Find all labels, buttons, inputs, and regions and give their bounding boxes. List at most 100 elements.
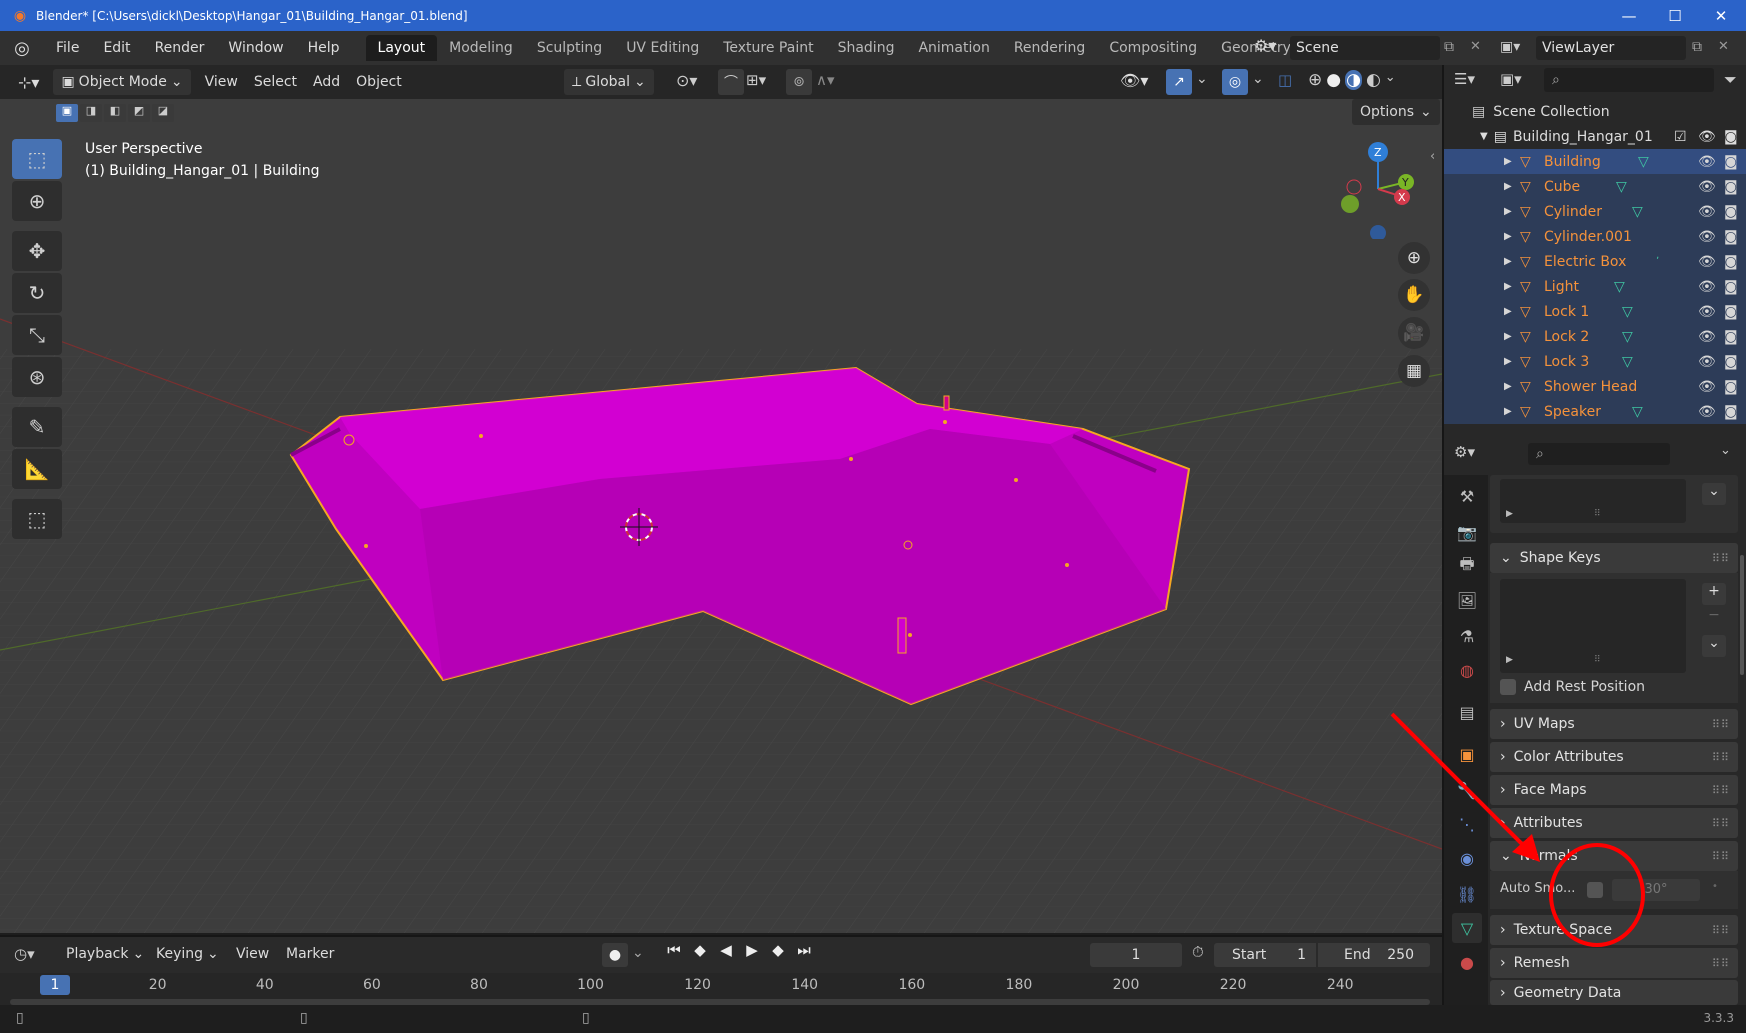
eye-icon[interactable]: 👁 <box>1698 154 1716 170</box>
camera-icon[interactable]: ◙ <box>1724 354 1738 370</box>
shape-keys-panel-header[interactable]: ⌄ Shape Keys ⠿⠿ <box>1490 543 1738 573</box>
collection-tab-icon[interactable]: ▤ <box>1452 697 1482 727</box>
3d-viewport[interactable]: User Perspective (1) Building_Hangar_01 … <box>0 99 1442 933</box>
maximize-button[interactable]: ☐ <box>1652 0 1698 31</box>
mesh-data-icon[interactable]: ▽ <box>1616 179 1627 195</box>
overlays-toggle-icon[interactable]: ◎ <box>1222 69 1248 95</box>
outliner-item[interactable]: ▶ ▽ Light ▽ 👁 ◙ <box>1444 274 1746 299</box>
camera-icon[interactable]: ◙ <box>1724 254 1738 270</box>
tab-rendering[interactable]: Rendering <box>1002 35 1098 61</box>
scale-tool[interactable]: ⤡ <box>12 315 62 355</box>
eye-icon[interactable]: 👁 <box>1698 329 1716 345</box>
close-window-button[interactable]: ✕ <box>1698 0 1744 31</box>
remove-shape-key-button[interactable]: − <box>1702 607 1726 629</box>
record-options-icon[interactable]: ⌄ <box>632 945 644 961</box>
play-icon[interactable]: ▶ <box>740 941 764 959</box>
play-reverse-icon[interactable]: ◀ <box>714 941 738 959</box>
menu-view[interactable]: View <box>197 69 246 95</box>
view-layer-delete-icon[interactable]: ✕ <box>1718 39 1729 54</box>
outliner-item[interactable]: ▶ ▽ Cylinder.001 👁 ◙ <box>1444 224 1746 249</box>
drag-grip-icon[interactable]: ⠿⠿ <box>1712 751 1730 764</box>
snap-target-icon[interactable]: ⊞▾ <box>746 71 766 89</box>
timeline-ruler[interactable]: 1 20 40 60 80 100 120 140 160 180 200 220 240 <box>0 973 1442 1007</box>
mesh-data-tab-icon[interactable]: ▽ <box>1452 913 1482 943</box>
drag-grip-icon[interactable]: ⠿⠿ <box>1712 784 1730 797</box>
options-dropdown[interactable]: Options ⌄ <box>1352 99 1440 125</box>
outliner-item[interactable]: ▶ ▽ Building ▽ 👁 ◙ <box>1444 149 1746 174</box>
camera-icon[interactable]: ◙ <box>1724 379 1738 395</box>
expand-arrow-icon[interactable]: ▶ <box>1504 256 1512 267</box>
cursor-tool[interactable]: ⊕ <box>12 181 62 221</box>
scene-field[interactable]: Scene <box>1290 36 1440 60</box>
tab-shading[interactable]: Shading <box>826 35 907 61</box>
wireframe-shading-icon[interactable]: ⊕ <box>1308 70 1322 90</box>
menu-edit[interactable]: Edit <box>91 35 142 61</box>
gizmo-neg-x-axis[interactable] <box>1346 179 1362 195</box>
expand-arrow-icon[interactable]: ▶ <box>1504 381 1512 392</box>
drag-grip-icon[interactable]: ⠿⠿ <box>1712 850 1730 863</box>
expand-arrow-icon[interactable]: ▶ <box>1504 331 1512 342</box>
outliner-search-input[interactable]: ⌕ <box>1544 68 1714 92</box>
transform-tool[interactable]: ⊛ <box>12 357 62 397</box>
menu-render[interactable]: Render <box>143 35 217 61</box>
expand-arrow-icon[interactable]: ▶ <box>1504 156 1512 167</box>
select-subtract-icon[interactable]: ◧ <box>104 104 126 122</box>
mesh-data-icon[interactable]: ▽ <box>1632 404 1643 420</box>
outliner-item[interactable]: ▶ ▽ Lock 3 ▽ 👁 ◙ <box>1444 349 1746 374</box>
camera-icon[interactable]: ◙ <box>1724 279 1738 295</box>
menu-select[interactable]: Select <box>246 69 305 95</box>
ortho-grid-icon[interactable]: ▦ <box>1398 355 1430 387</box>
menu-file[interactable]: File <box>44 35 91 61</box>
mode-dropdown[interactable]: ▣ Object Mode ⌄ <box>53 69 191 95</box>
tab-layout[interactable]: Layout <box>365 35 438 61</box>
menu-help[interactable]: Help <box>296 35 352 61</box>
list-specials-icon[interactable]: ⌄ <box>1702 483 1726 505</box>
geometry-data-panel-header[interactable]: › Geometry Data <box>1490 980 1738 1005</box>
xray-toggle-icon[interactable]: ◫ <box>1278 71 1292 89</box>
rendered-shading-icon[interactable]: ◐ <box>1366 70 1381 90</box>
uv-maps-panel-header[interactable]: › UV Maps ⠿⠿ <box>1490 709 1738 739</box>
timeline-view-menu[interactable]: View <box>228 941 277 967</box>
menu-add[interactable]: Add <box>305 69 348 95</box>
list-expand-icon[interactable]: ▶ <box>1506 655 1513 665</box>
drag-grip-icon[interactable]: ⠿⠿ <box>1712 957 1730 970</box>
proportional-edit-icon[interactable]: ⊚ <box>786 69 812 95</box>
move-tool[interactable]: ✥ <box>12 231 62 271</box>
camera-icon[interactable]: ◙ <box>1724 329 1738 345</box>
jump-end-icon[interactable]: ⏭ <box>792 941 816 959</box>
mesh-data-icon[interactable]: ▽ <box>1638 154 1649 170</box>
select-box-tool[interactable]: ⬚ <box>12 139 62 179</box>
tab-animation[interactable]: Animation <box>906 35 1001 61</box>
shape-key-specials-icon[interactable]: ⌄ <box>1702 635 1726 657</box>
camera-icon[interactable]: ◙ <box>1724 404 1738 420</box>
menu-object[interactable]: Object <box>348 69 410 95</box>
constraints-tab-icon[interactable]: ⛓ <box>1452 879 1482 909</box>
eye-icon[interactable]: 👁 <box>1698 304 1716 320</box>
start-frame-field[interactable]: Start 1 <box>1214 943 1316 967</box>
modifier-tab-icon[interactable]: 🔧 <box>1452 775 1482 805</box>
view-layer-new-icon[interactable]: ⧉ <box>1692 39 1702 55</box>
add-rest-position-checkbox[interactable]: Add Rest Position <box>1500 679 1645 695</box>
next-keyframe-icon[interactable]: ◆ <box>766 941 790 959</box>
properties-scrollbar[interactable] <box>1740 555 1744 675</box>
drag-grip-icon[interactable]: ⠿⠿ <box>1712 817 1730 830</box>
expand-arrow-icon[interactable]: ▶ <box>1504 356 1512 367</box>
outliner-item[interactable]: ▶ ▽ Electric Box ʼ 👁 ◙ <box>1444 249 1746 274</box>
collection-row[interactable]: ▼ ▤ Building_Hangar_01 ☑ 👁 ◙ <box>1444 124 1746 149</box>
playhead-frame[interactable]: 1 <box>40 975 70 995</box>
eye-icon[interactable]: 👁 <box>1698 279 1716 295</box>
gizmo-neg-y-axis[interactable] <box>1341 195 1359 213</box>
camera-icon[interactable]: ◙ <box>1724 179 1738 195</box>
solid-shading-icon[interactable]: ● <box>1326 70 1341 90</box>
vertex-groups-list[interactable]: ▶ ⠿ ⌄ <box>1490 475 1738 533</box>
eye-icon[interactable]: 👁 <box>1698 379 1716 395</box>
camera-icon[interactable]: ◙ <box>1724 204 1738 220</box>
annotate-tool[interactable]: ✎ <box>12 407 62 447</box>
expand-arrow-icon[interactable]: ▶ <box>1504 181 1512 192</box>
tab-texture-paint[interactable]: Texture Paint <box>711 35 825 61</box>
select-intersect-icon[interactable]: ◪ <box>152 104 174 122</box>
falloff-icon[interactable]: ∧▾ <box>816 71 835 89</box>
gizmo-toggle-icon[interactable]: ↗ <box>1166 69 1192 95</box>
prev-keyframe-icon[interactable]: ◆ <box>688 941 712 959</box>
tool-tab-icon[interactable]: ⚒ <box>1452 481 1482 511</box>
